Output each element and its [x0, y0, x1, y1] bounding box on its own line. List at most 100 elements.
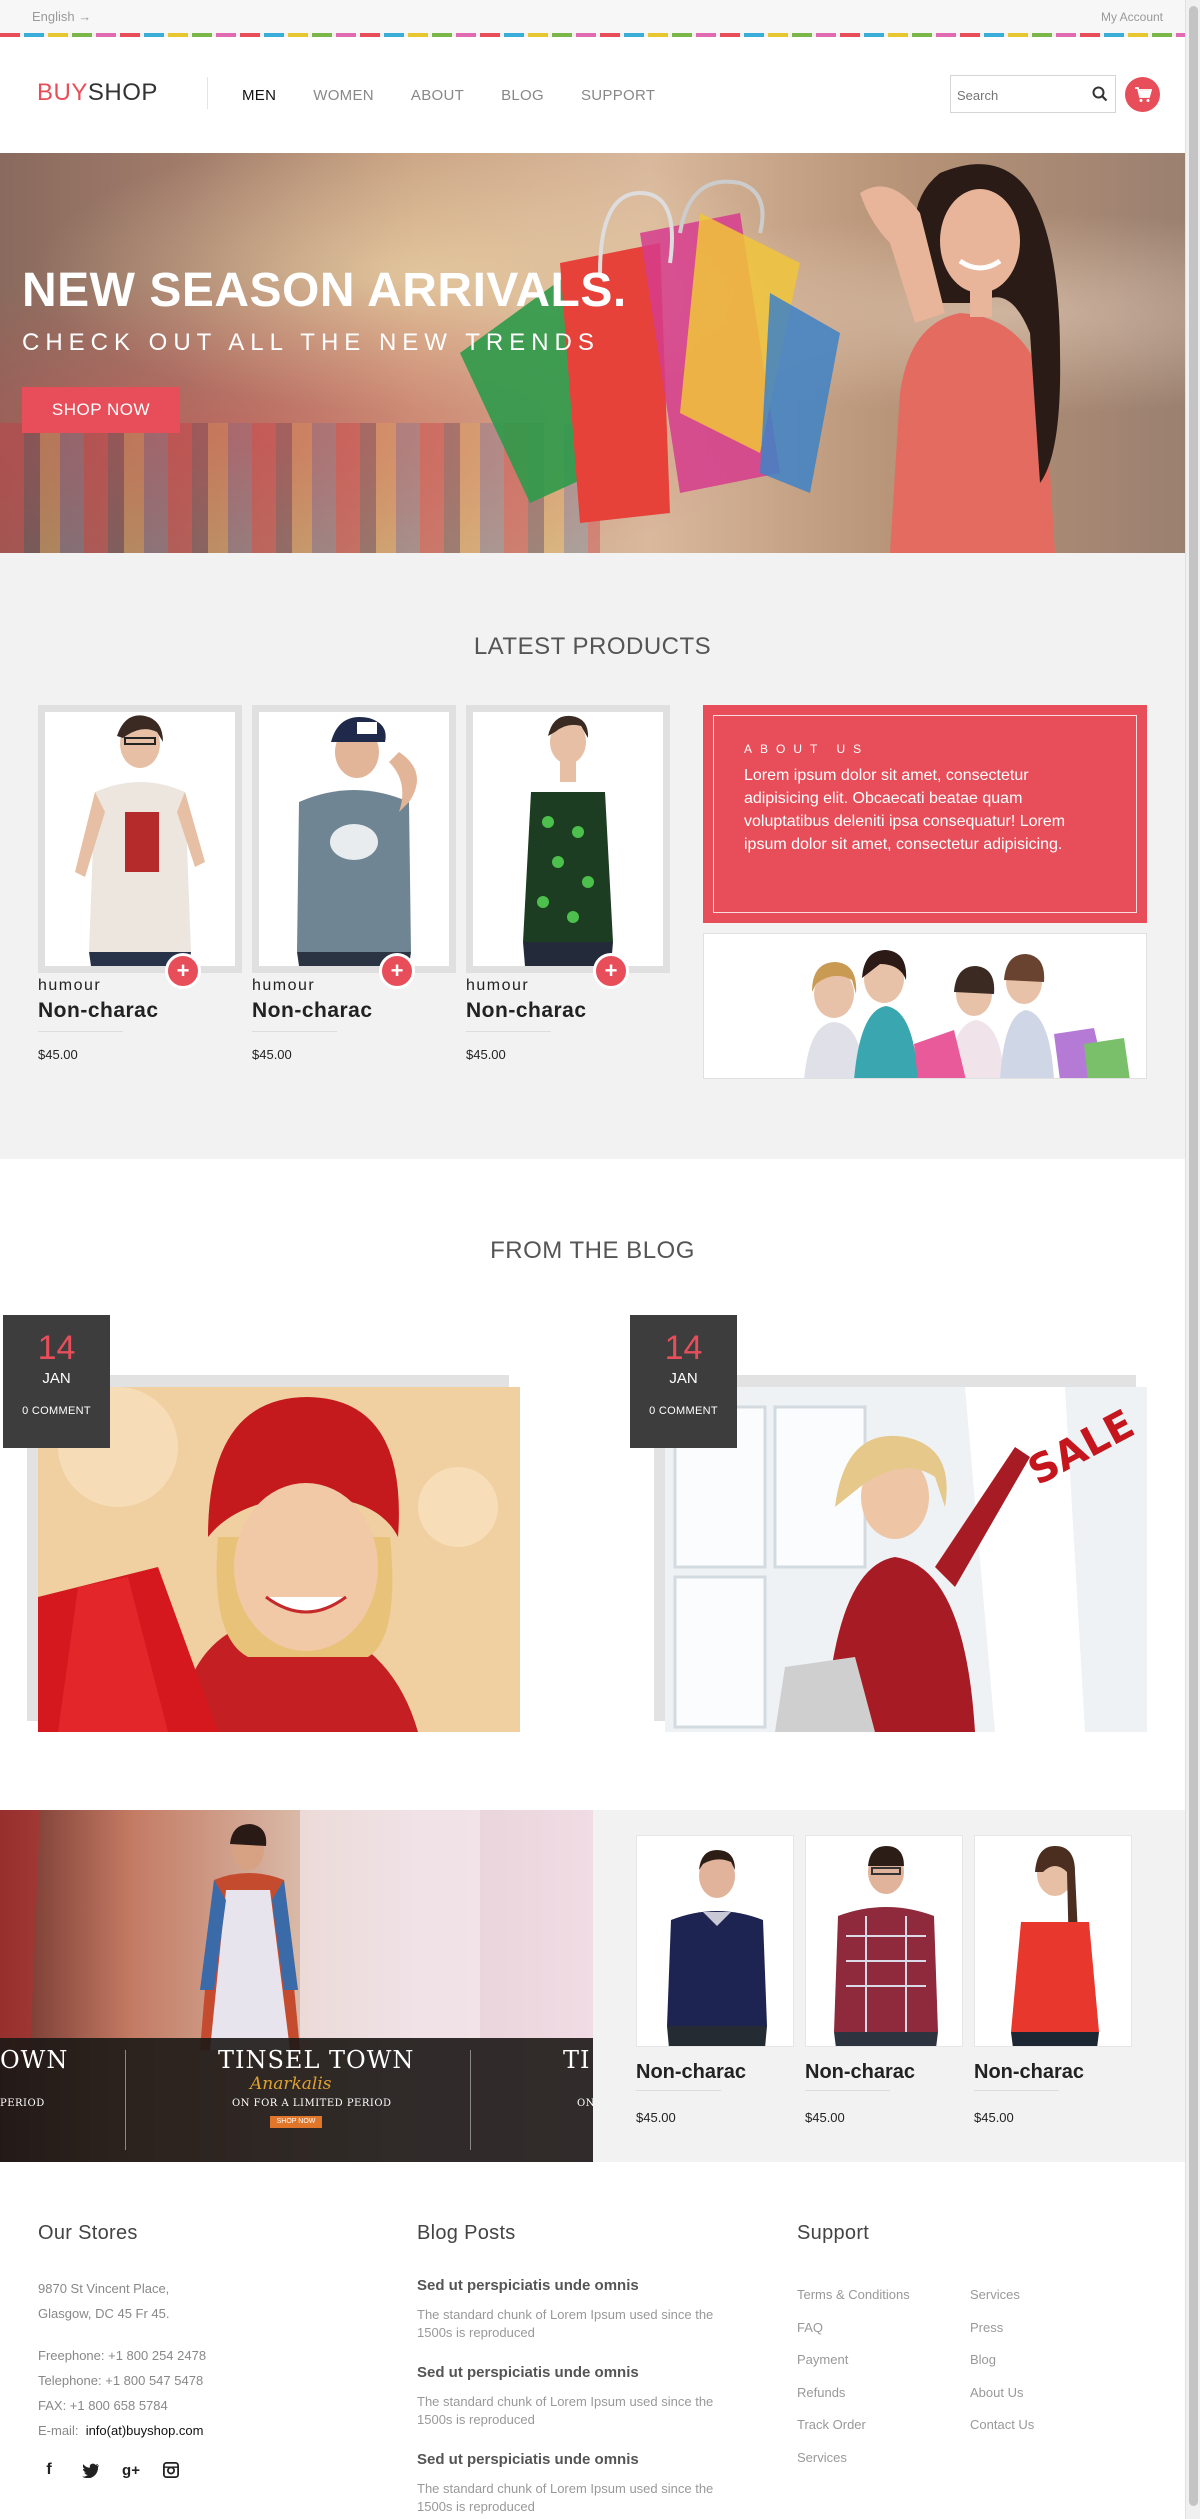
product-card[interactable] [252, 705, 456, 973]
divider [974, 2090, 1059, 2091]
terms-link[interactable]: Terms & Conditions [797, 2287, 910, 2302]
hero-subtitle: CHECK OUT ALL THE NEW TRENDS [22, 329, 600, 356]
my-account-link[interactable]: My Account [1101, 10, 1163, 24]
product-card[interactable] [974, 1835, 1132, 2047]
product-image [667, 1850, 767, 2046]
search-input[interactable] [957, 85, 1087, 105]
about-us-text: Lorem ipsum dolor sit amet, consectetur … [744, 767, 1066, 853]
header: BUYSHOP MEN WOMEN ABOUT BLOG SUPPORT [0, 37, 1185, 153]
product-name[interactable]: Non-charac [466, 999, 587, 1023]
product-price: $45.00 [974, 2110, 1014, 2125]
product-price: $45.00 [805, 2110, 845, 2125]
press-link[interactable]: Press [970, 2320, 1003, 2335]
divider [38, 1031, 123, 1032]
product-name[interactable]: Non-charac [38, 999, 159, 1023]
nav-support[interactable]: SUPPORT [581, 87, 655, 104]
section-title: FROM THE BLOG [490, 1237, 695, 1264]
cart-button[interactable] [1125, 77, 1160, 112]
footer-blog-title[interactable]: Sed ut perspiciatis unde omnis [417, 2364, 639, 2381]
blog-post-image[interactable]: SALE [665, 1387, 1147, 1732]
section-title: LATEST PRODUCTS [473, 633, 712, 660]
banner-offer-right: ON [577, 2098, 593, 2109]
twitter-icon[interactable] [80, 2459, 102, 2481]
shopping-bags-image [460, 179, 840, 523]
refunds-link[interactable]: Refunds [797, 2385, 845, 2400]
product-image [1011, 1846, 1099, 2046]
footer: Our Stores 9870 St Vincent Place, Glasgo… [0, 2162, 1185, 2519]
product-card[interactable] [466, 705, 670, 973]
product-name[interactable]: Non-charac [805, 2061, 915, 2084]
footer-blog-title[interactable]: Sed ut perspiciatis unde omnis [417, 2277, 639, 2294]
nav-men[interactable]: MEN [242, 87, 276, 104]
footer-blog-excerpt: The standard chunk of Lorem Ipsum used s… [417, 2307, 714, 2340]
blog-posts-heading: Blog Posts [417, 2222, 516, 2244]
services-link[interactable]: Services [970, 2287, 1020, 2302]
divider [252, 1031, 337, 1032]
payment-link[interactable]: Payment [797, 2352, 848, 2367]
promo-section: OWN PERIOD TINSEL TOWN Anarkalis ON FOR … [0, 1810, 1185, 2162]
product-name[interactable]: Non-charac [252, 999, 373, 1023]
logo-buy: BUY [37, 79, 88, 106]
nav-women[interactable]: WOMEN [313, 87, 374, 104]
banner-title-left: OWN [0, 2046, 69, 2074]
divider [636, 2090, 721, 2091]
language-selector[interactable]: English → [32, 9, 91, 24]
search-icon[interactable] [1091, 85, 1109, 103]
banner-offer-left: PERIOD [0, 2098, 45, 2109]
product-price: $45.00 [38, 1047, 78, 1062]
product-price: $45.00 [466, 1047, 506, 1062]
shop-now-button[interactable]: SHOP NOW [22, 387, 180, 433]
divider [470, 2050, 471, 2150]
product-name[interactable]: Non-charac [974, 2061, 1084, 2084]
product-price: $45.00 [252, 1047, 292, 1062]
email-link[interactable]: info(at)buyshop.com [86, 2423, 204, 2438]
latest-products-section: LATEST PRODUCTS + humour Non-charac $45.… [0, 553, 1185, 1159]
top-bar: English → My Account [0, 0, 1185, 34]
product-image [473, 712, 663, 966]
nav-about[interactable]: ABOUT [411, 87, 464, 104]
blog-date-badge: 14 JAN 0 COMMENT [630, 1315, 737, 1448]
scrollbar-thumb[interactable] [1189, 6, 1198, 2506]
blog-comment-count[interactable]: 0 COMMENT [630, 1405, 737, 1417]
product-card[interactable] [38, 705, 242, 973]
product-card[interactable] [805, 1835, 963, 2047]
add-to-cart-button[interactable]: + [379, 953, 415, 989]
blog-section: FROM THE BLOG 14 JAN 0 COMMENT SALE 14 J… [0, 1159, 1185, 1810]
contact-us-link[interactable]: Contact Us [970, 2417, 1034, 2432]
blog-post-image[interactable] [38, 1387, 520, 1732]
blog-day: 14 [664, 1329, 703, 1367]
freephone: Freephone: +1 800 254 2478 [38, 2348, 207, 2363]
track-order-link[interactable]: Track Order [797, 2417, 866, 2432]
add-to-cart-button[interactable]: + [593, 953, 629, 989]
banner-shop-now-button[interactable]: SHOP NOW [270, 2116, 322, 2128]
faq-link[interactable]: FAQ [797, 2320, 823, 2335]
add-to-cart-button[interactable]: + [165, 953, 201, 989]
footer-blog-title[interactable]: Sed ut perspiciatis unde omnis [417, 2451, 639, 2468]
blog-comment-count[interactable]: 0 COMMENT [3, 1405, 110, 1417]
blog-link[interactable]: Blog [970, 2352, 996, 2367]
services-link[interactable]: Services [797, 2450, 847, 2465]
store-contacts: Freephone: +1 800 254 2478 Telephone: +1… [38, 2343, 206, 2443]
hero-title: NEW SEASON ARRIVALS. [22, 264, 627, 317]
product-name[interactable]: Non-charac [636, 2061, 746, 2084]
cart-icon [1134, 86, 1152, 102]
vertical-scrollbar[interactable] [1185, 0, 1200, 2519]
promo-banner[interactable]: OWN PERIOD TINSEL TOWN Anarkalis ON FOR … [0, 1810, 593, 2162]
google-plus-icon[interactable]: g+ [120, 2459, 142, 2481]
instagram-icon[interactable] [160, 2459, 182, 2481]
blog-date-badge: 14 JAN 0 COMMENT [3, 1315, 110, 1448]
nav-blog[interactable]: BLOG [501, 87, 544, 104]
facebook-icon[interactable]: f [38, 2459, 60, 2481]
product-card[interactable] [636, 1835, 794, 2047]
logo-shop: SHOP [87, 79, 158, 106]
telephone: Telephone: +1 800 547 5478 [38, 2373, 204, 2388]
support-heading: Support [797, 2222, 870, 2244]
divider [805, 2090, 890, 2091]
about-us-link[interactable]: About Us [970, 2385, 1023, 2400]
product-image [259, 712, 449, 966]
email-row: E-mail: info(at)buyshop.com [38, 2418, 206, 2443]
fax: FAX: +1 800 658 5784 [38, 2398, 168, 2413]
logo[interactable]: BUYSHOP [37, 79, 158, 107]
stores-heading: Our Stores [38, 2222, 138, 2244]
product-image [834, 1846, 938, 2046]
